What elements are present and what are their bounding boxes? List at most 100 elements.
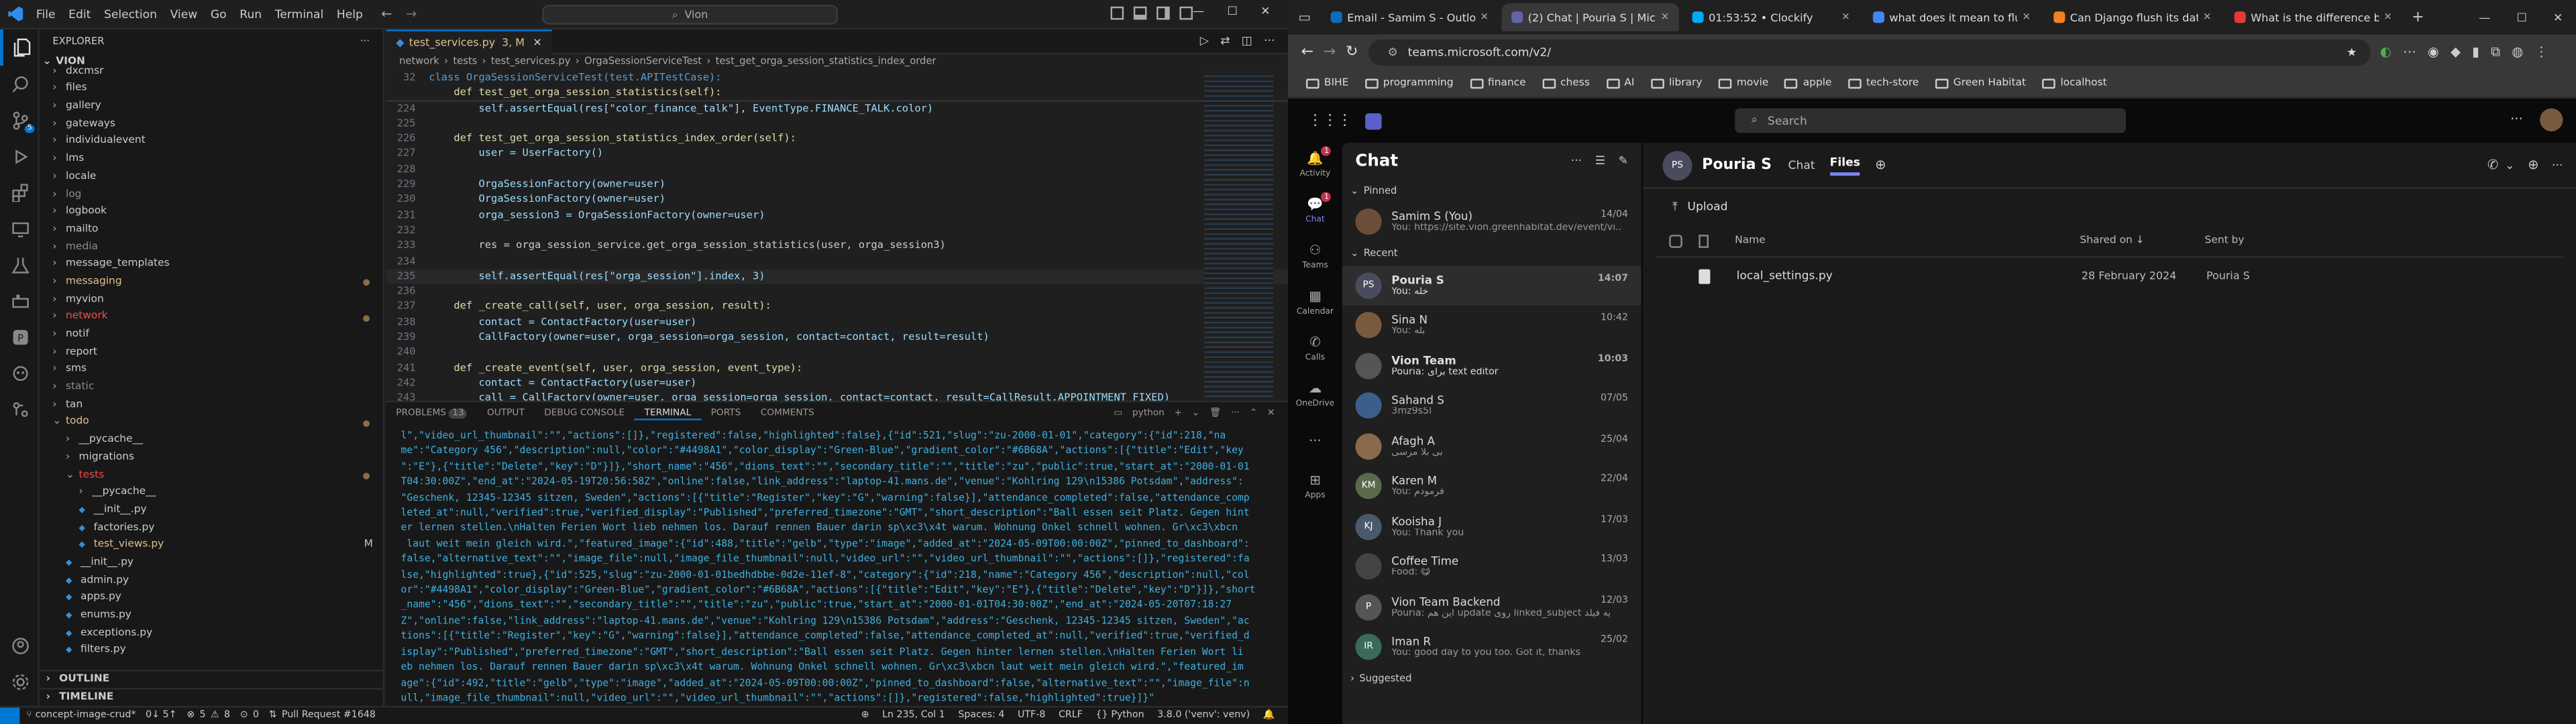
- ports-count[interactable]: 0: [253, 711, 259, 721]
- browser-tab[interactable]: 01:53:52 • Clockify ✕: [1682, 3, 1860, 32]
- bookmark-folder[interactable]: movie: [1711, 77, 1777, 88]
- tab-comments[interactable]: COMMENTS: [751, 409, 824, 419]
- rail-calendar[interactable]: ▦ Calendar: [1288, 281, 1342, 325]
- tree-folder[interactable]: › myvion: [40, 292, 383, 309]
- tree-folder[interactable]: › dxcmsr: [40, 64, 383, 81]
- teams-search-box[interactable]: ⌕ Search: [1735, 108, 2127, 133]
- tree-folder[interactable]: › media: [40, 239, 383, 256]
- address-bar[interactable]: ⚙ teams.microsoft.com/v2/ ★: [1368, 38, 2371, 65]
- browser-tab[interactable]: What is the difference betw✕: [2224, 3, 2402, 32]
- terminal-output[interactable]: l","video_url_thumbnail":"","actions":[]…: [386, 425, 1289, 706]
- breadcrumb-item[interactable]: OrgaSessionServiceTest: [584, 56, 702, 67]
- git-graph-icon[interactable]: [0, 391, 40, 427]
- extension-icon[interactable]: ▮: [2472, 44, 2479, 60]
- tree-folder[interactable]: › notif: [40, 326, 383, 344]
- call-icon[interactable]: ✆: [2487, 158, 2498, 172]
- extension-icon[interactable]: ◐: [2380, 44, 2392, 60]
- trash-icon[interactable]: 🗑: [1210, 409, 1221, 419]
- outline-section[interactable]: › OUTLINE: [39, 670, 383, 687]
- editor-tab-test-services[interactable]: ◆ test_services.py 3, M ✕: [386, 29, 552, 54]
- chat-list-item[interactable]: Afagh A بی بلا مرسی 25/04: [1342, 426, 1642, 467]
- encoding[interactable]: UTF-8: [1018, 711, 1045, 721]
- source-control-icon[interactable]: 5: [0, 102, 40, 138]
- tree-file[interactable]: ◆ apps.py: [40, 590, 383, 607]
- terminal-profile[interactable]: ▭ python + ⌄ 🗑 ··· ⌃ ✕: [1114, 409, 1288, 419]
- tree-folder[interactable]: › report: [40, 345, 383, 362]
- minimap[interactable]: [1204, 72, 1273, 401]
- chat-list-item[interactable]: IR Iman R You: good day to you too. Got it…: [1342, 627, 1642, 668]
- rail-activity[interactable]: 🔔 1 Activity: [1288, 143, 1342, 187]
- tree-folder[interactable]: › gateways: [40, 116, 383, 133]
- tree-folder[interactable]: › sms: [40, 362, 383, 379]
- file-row[interactable]: local_settings.py 28 February 2024 Pouria …: [1656, 257, 2563, 294]
- menu-file[interactable]: File: [30, 7, 62, 21]
- close-tab-icon[interactable]: ✕: [2383, 11, 2392, 23]
- tree-folder[interactable]: › files: [40, 81, 383, 99]
- tree-file[interactable]: ◆ exceptions.py: [40, 625, 383, 642]
- customize-layout-icon[interactable]: [1179, 6, 1193, 20]
- tree-folder[interactable]: › tan: [40, 397, 383, 414]
- tree-file[interactable]: ◆ enums.py: [40, 607, 383, 625]
- toggle-secondary-sidebar-icon[interactable]: [1157, 6, 1170, 20]
- browser-tab[interactable]: Can Django flush its datab✕: [2044, 3, 2221, 32]
- close-icon[interactable]: ✕: [2553, 11, 2563, 24]
- close-tab-icon[interactable]: ✕: [533, 36, 541, 49]
- tree-folder[interactable]: ⌄ todo: [40, 414, 383, 432]
- remote-indicator[interactable]: [0, 707, 20, 724]
- tree-folder[interactable]: › static: [40, 379, 383, 397]
- tree-folder[interactable]: › __pycache__: [40, 485, 383, 502]
- sync-status[interactable]: 0↓ 5↑: [146, 711, 176, 721]
- bookmark-folder[interactable]: tech-store: [1840, 77, 1927, 88]
- close-tab-icon[interactable]: ✕: [1841, 11, 1849, 23]
- more-actions-icon[interactable]: ···: [1231, 409, 1240, 419]
- menu-help[interactable]: Help: [330, 7, 370, 21]
- tree-folder[interactable]: › gallery: [40, 99, 383, 116]
- run-debug-icon[interactable]: [0, 138, 40, 174]
- chat-list-item[interactable]: Coffee Time Food: 😋 13/03: [1342, 547, 1642, 587]
- code-lines[interactable]: 224 self.assertEqual(res["color_finance_…: [386, 101, 1289, 401]
- python-interpreter[interactable]: 3.8.0 ('venv': venv): [1157, 711, 1250, 721]
- chat-list-item[interactable]: KJ Kooisha J You: Thank you 17/03: [1342, 507, 1642, 547]
- suggested-section-header[interactable]: › Suggested: [1342, 668, 1642, 690]
- bookmark-folder[interactable]: finance: [1462, 77, 1534, 88]
- browser-tab[interactable]: (2) Chat | Pouria S | Micro ✕: [1501, 3, 1679, 32]
- tree-file[interactable]: ◆ test_views.py M: [40, 537, 383, 554]
- tree-folder[interactable]: › locale: [40, 169, 383, 186]
- maximize-panel-icon[interactable]: ⌃: [1250, 409, 1257, 419]
- bookmark-folder[interactable]: library: [1643, 77, 1711, 88]
- testing-icon[interactable]: [0, 246, 40, 282]
- indentation[interactable]: Spaces: 4: [958, 711, 1004, 721]
- tab-debug-console[interactable]: DEBUG CONSOLE: [535, 409, 635, 419]
- contact-name[interactable]: Pouria S: [1702, 157, 1772, 173]
- more-actions-icon[interactable]: ···: [360, 36, 370, 48]
- breadcrumb-item[interactable]: test_get_orga_session_statistics_index_o…: [716, 56, 936, 67]
- pinned-section-header[interactable]: ⌄ Pinned: [1342, 179, 1642, 202]
- add-people-icon[interactable]: ⊕: [2528, 158, 2538, 172]
- breadcrumb-item[interactable]: test_services.py: [491, 56, 571, 67]
- tab-actions-icon[interactable]: ▭: [1288, 10, 1321, 25]
- zoom-icon[interactable]: ⊕: [861, 711, 869, 721]
- extension-icon[interactable]: ⋯: [2403, 44, 2416, 60]
- chat-list-item[interactable]: Sahand S 3mz9s5l 07/05: [1342, 386, 1642, 426]
- tree-file[interactable]: ◆ factories.py: [40, 520, 383, 537]
- recent-section-header[interactable]: ⌄ Recent: [1342, 242, 1642, 265]
- manage-gear-icon[interactable]: [0, 663, 40, 699]
- new-tab-icon[interactable]: +: [2412, 9, 2424, 25]
- explorer-icon[interactable]: [0, 29, 40, 66]
- forward-icon[interactable]: →: [1324, 44, 1336, 60]
- menu-run[interactable]: Run: [233, 7, 268, 21]
- add-tab-icon[interactable]: ⊕: [1875, 158, 1886, 172]
- tree-folder[interactable]: › migrations: [40, 450, 383, 467]
- rail-chat[interactable]: 💬 1 Chat: [1288, 189, 1342, 233]
- extension-icon[interactable]: ◆: [2451, 44, 2461, 60]
- minimize-icon[interactable]: —: [2479, 11, 2490, 24]
- bookmark-folder[interactable]: programming: [1357, 77, 1462, 88]
- user-avatar[interactable]: [2540, 108, 2563, 131]
- tab-chat[interactable]: Chat: [1788, 158, 1815, 172]
- tree-folder[interactable]: › logbook: [40, 204, 383, 221]
- tree-folder[interactable]: › individualevent: [40, 133, 383, 151]
- extension-icon[interactable]: ◉: [2428, 44, 2439, 60]
- rail-apps[interactable]: ⊞ Apps: [1288, 465, 1342, 509]
- notifications-icon[interactable]: 🔔: [1263, 711, 1275, 721]
- site-info-icon[interactable]: ⚙: [1388, 45, 1398, 58]
